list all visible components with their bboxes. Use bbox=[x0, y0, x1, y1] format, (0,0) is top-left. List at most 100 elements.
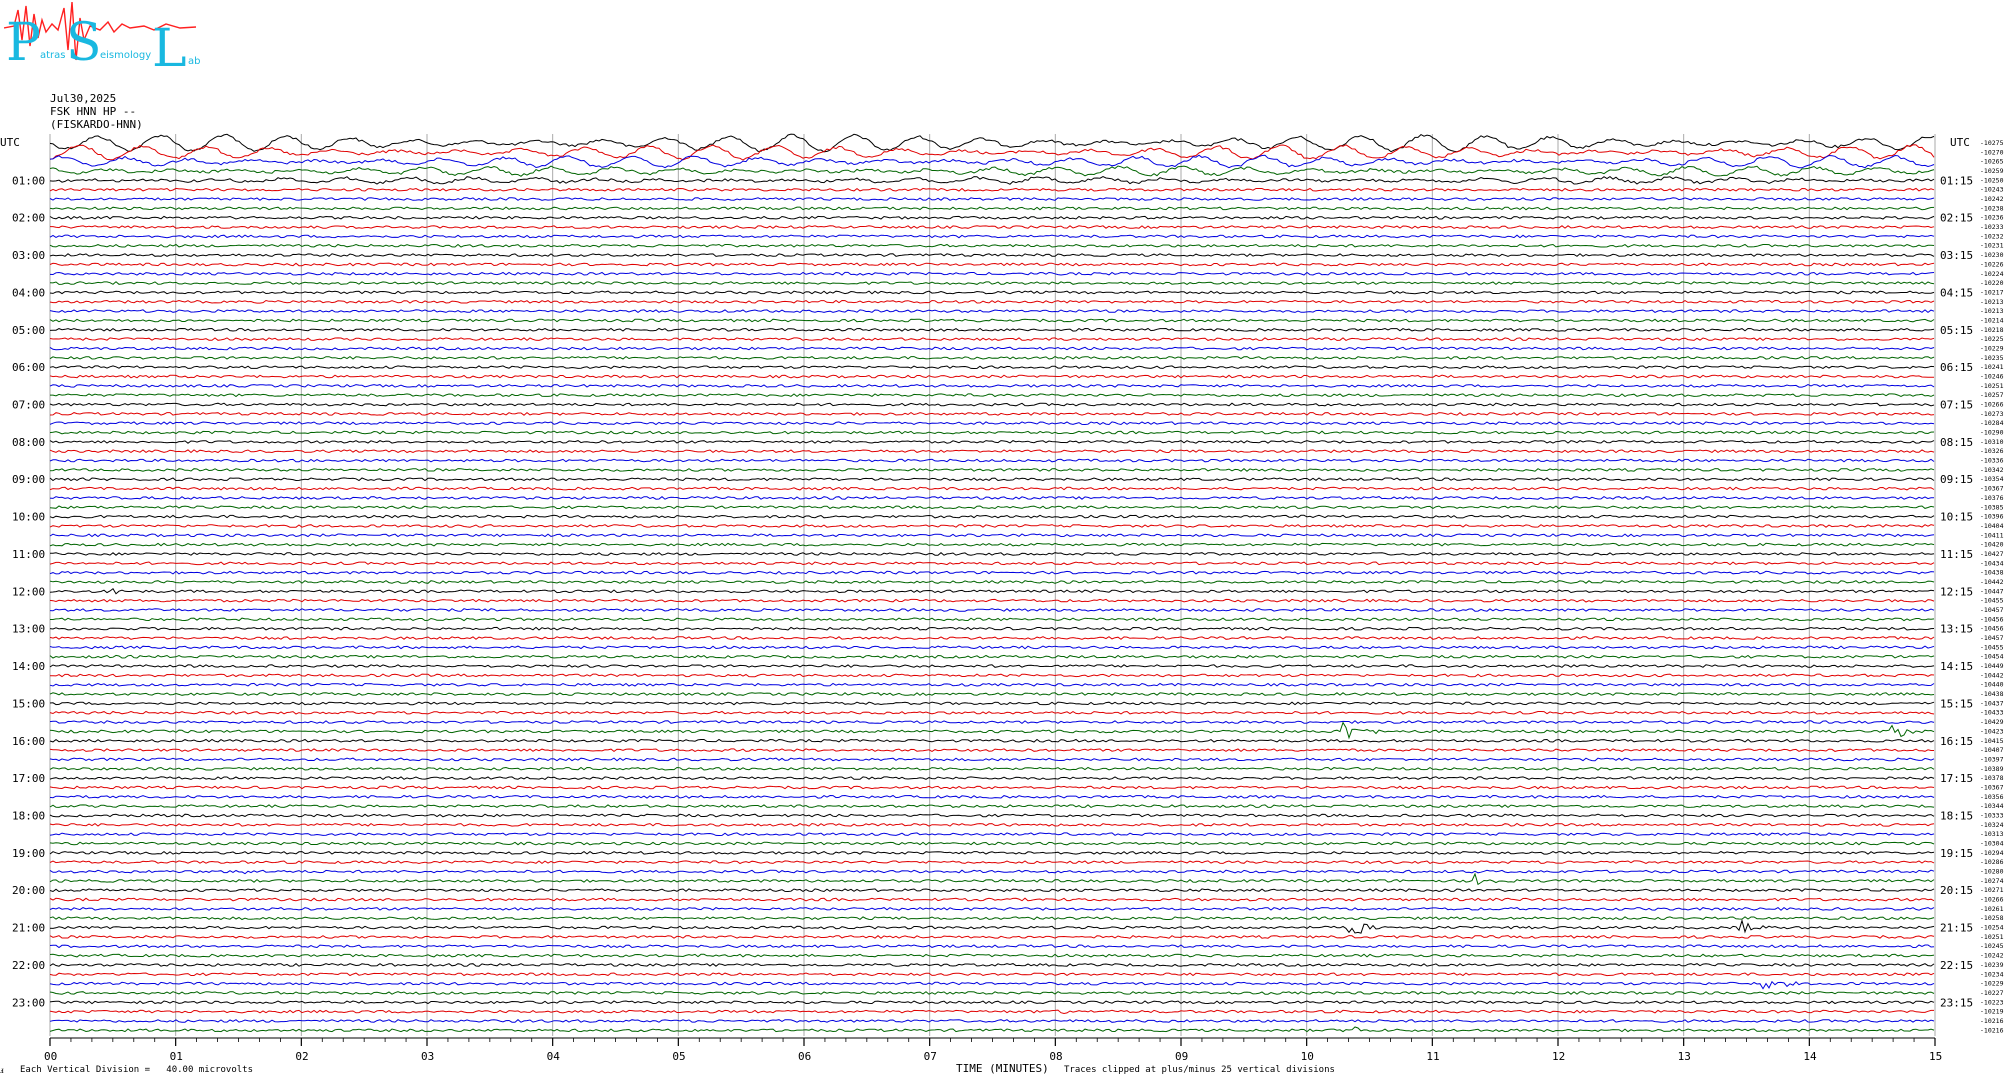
trace-line bbox=[49, 187, 1935, 192]
left-hour-label: 01:00 bbox=[12, 174, 45, 187]
trace-offset-label: -10427 bbox=[1980, 550, 2004, 558]
right-hour-label: 01:15 bbox=[1940, 174, 1973, 187]
trace-line bbox=[49, 524, 1935, 528]
x-tick-label: 04 bbox=[547, 1050, 561, 1063]
trace-offset-label: -10433 bbox=[1980, 709, 2004, 717]
trace-offset-label: -10274 bbox=[1980, 877, 2004, 885]
right-hour-label: 17:15 bbox=[1940, 772, 1973, 785]
trace-offset-label: -10220 bbox=[1980, 279, 2004, 287]
trace-offset-label: -10229 bbox=[1980, 980, 2004, 988]
trace-offset-label: -10218 bbox=[1980, 326, 2004, 334]
trace-offset-label: -10242 bbox=[1980, 195, 2004, 203]
right-hour-label: 14:15 bbox=[1940, 660, 1973, 673]
trace-offset-label: -10259 bbox=[1980, 167, 2004, 175]
trace-offset-label: -10389 bbox=[1980, 765, 2004, 773]
trace-line bbox=[49, 636, 1935, 640]
trace-offset-label: -10456 bbox=[1980, 615, 2004, 623]
trace-offset-labels: -10275-10270-10265-10259-10250-10243-102… bbox=[1980, 139, 2004, 1034]
trace-line bbox=[49, 346, 1935, 351]
trace-line bbox=[49, 570, 1935, 575]
left-hour-label: 13:00 bbox=[12, 623, 45, 636]
trace-line bbox=[50, 673, 1935, 678]
trace-line bbox=[49, 449, 1935, 454]
trace-offset-label: -10257 bbox=[1980, 391, 2004, 399]
trace-offset-label: -10440 bbox=[1980, 681, 2004, 689]
trace-offset-label: -10290 bbox=[1980, 429, 2004, 437]
left-hour-label: 05:00 bbox=[12, 324, 45, 337]
trace-offset-label: -10437 bbox=[1980, 699, 2004, 707]
trace-line bbox=[49, 440, 1935, 444]
trace-offset-label: -10344 bbox=[1980, 802, 2004, 810]
trace-offset-label: -10385 bbox=[1980, 503, 2004, 511]
trace-line bbox=[49, 299, 1935, 304]
trace-line bbox=[49, 542, 1935, 547]
trace-offset-label: -10225 bbox=[1980, 335, 2004, 343]
trace-line bbox=[49, 888, 1935, 893]
trace-line bbox=[49, 710, 1935, 715]
trace-offset-label: -10415 bbox=[1980, 737, 2004, 745]
trace-line bbox=[49, 692, 1935, 696]
trace-line bbox=[49, 175, 1935, 185]
trace-line bbox=[49, 916, 1935, 921]
right-hour-label: 09:15 bbox=[1940, 473, 1973, 486]
left-hour-label: 11:00 bbox=[12, 548, 45, 561]
left-hour-label: 04:00 bbox=[12, 286, 45, 299]
trace-line bbox=[49, 822, 1935, 827]
trace-line bbox=[49, 785, 1935, 790]
trace-line bbox=[49, 154, 1935, 169]
trace-line bbox=[49, 514, 1935, 519]
right-hour-label: 08:15 bbox=[1940, 436, 1973, 449]
right-hour-label: 15:15 bbox=[1940, 697, 1973, 710]
trace-offset-label: -10367 bbox=[1980, 783, 2004, 791]
trace-line bbox=[49, 495, 1934, 500]
trace-offset-label: -10216 bbox=[1980, 1026, 2004, 1034]
trace-line bbox=[49, 355, 1935, 360]
trace-offset-label: -10420 bbox=[1980, 541, 2004, 549]
x-tick-label: 09 bbox=[1175, 1050, 1188, 1063]
trace-line bbox=[49, 421, 1935, 426]
trace-offset-label: -10280 bbox=[1980, 868, 2004, 876]
trace-line bbox=[49, 144, 1935, 161]
trace-line bbox=[49, 918, 1935, 934]
x-tick-label: 13 bbox=[1678, 1050, 1691, 1063]
trace-offset-label: -10254 bbox=[1980, 924, 2004, 932]
right-hour-label: 18:15 bbox=[1940, 809, 1973, 822]
right-hour-label: 07:15 bbox=[1940, 399, 1973, 412]
trace-offset-label: -10261 bbox=[1980, 905, 2004, 913]
trace-line bbox=[49, 813, 1935, 818]
trace-offset-label: -10245 bbox=[1980, 942, 2004, 950]
trace-offset-label: -10407 bbox=[1980, 746, 2004, 754]
trace-offset-label: -10229 bbox=[1980, 344, 2004, 352]
right-hour-label: 03:15 bbox=[1940, 249, 1973, 262]
trace-offset-label: -10411 bbox=[1980, 531, 2004, 539]
trace-line bbox=[49, 720, 1935, 725]
trace-offset-label: -10271 bbox=[1980, 886, 2004, 894]
right-hour-label: 10:15 bbox=[1940, 511, 1973, 524]
x-tick-label: 15 bbox=[1929, 1050, 1942, 1063]
x-tick-label: 03 bbox=[421, 1050, 434, 1063]
x-tick-label: 00 bbox=[44, 1050, 57, 1063]
trace-line bbox=[49, 757, 1935, 762]
trace-line bbox=[49, 654, 1935, 659]
x-tick-label: 08 bbox=[1049, 1050, 1062, 1063]
trace-line bbox=[49, 290, 1935, 295]
trace-line bbox=[49, 944, 1935, 949]
x-tick-label: 01 bbox=[170, 1050, 183, 1063]
trace-offset-label: -10447 bbox=[1980, 587, 2004, 595]
left-hour-label: 19:00 bbox=[12, 847, 45, 860]
trace-line bbox=[49, 505, 1935, 510]
trace-offset-label: -10223 bbox=[1980, 998, 2004, 1006]
trace-line bbox=[49, 411, 1935, 416]
trace-line bbox=[49, 243, 1935, 248]
right-hour-label: 06:15 bbox=[1940, 361, 1973, 374]
trace-offset-label: -10356 bbox=[1980, 793, 2004, 801]
right-hour-label: 04:15 bbox=[1940, 286, 1973, 299]
trace-line bbox=[49, 953, 1935, 958]
left-hour-label: 21:00 bbox=[12, 922, 45, 935]
trace-offset-label: -10250 bbox=[1980, 176, 2004, 184]
trace-offset-label: -10455 bbox=[1980, 643, 2004, 651]
trace-offset-label: -10404 bbox=[1980, 522, 2004, 530]
trace-offset-label: -10270 bbox=[1980, 148, 2004, 156]
trace-offset-label: -10213 bbox=[1980, 307, 2004, 315]
trace-offset-label: -10226 bbox=[1980, 260, 2004, 268]
